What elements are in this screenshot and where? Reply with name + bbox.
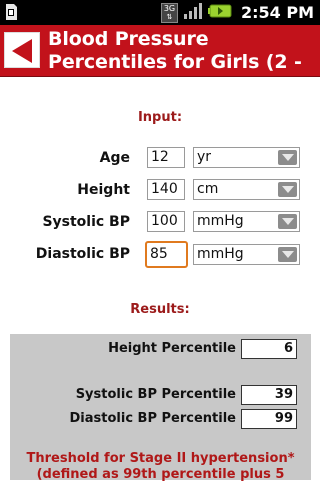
chevron-down-icon	[278, 214, 297, 229]
back-button[interactable]	[4, 32, 40, 68]
height-percentile-label: Height Percentile	[108, 341, 236, 356]
height-input[interactable]: 140	[147, 179, 185, 200]
signal-icon	[183, 2, 203, 24]
clock: 2:54 PM	[240, 3, 314, 22]
age-unit-value: yr	[197, 149, 212, 165]
diastolic-unit-value: mmHg	[197, 246, 244, 262]
diastolic-percentile-value: 99	[241, 409, 297, 429]
age-unit-select[interactable]: yr	[193, 147, 300, 168]
network-3g-icon: 3G ⇅	[160, 2, 178, 23]
page-title: Blood Pressure Percentiles for Girls (2 …	[48, 28, 302, 96]
results-heading: Results:	[130, 302, 190, 317]
systolic-unit-value: mmHg	[197, 213, 244, 229]
chevron-down-icon	[278, 247, 297, 262]
age-label: Age	[99, 150, 130, 166]
height-unit-select[interactable]: cm	[193, 179, 300, 200]
diastolic-unit-select[interactable]: mmHg	[193, 244, 300, 265]
systolic-unit-select[interactable]: mmHg	[193, 211, 300, 232]
back-arrow-icon	[12, 39, 32, 63]
systolic-percentile-value: 39	[241, 385, 297, 405]
network-label: 3G	[163, 3, 176, 13]
chevron-down-icon	[278, 182, 297, 197]
height-label: Height	[77, 182, 130, 198]
systolic-input[interactable]: 100	[147, 211, 185, 232]
battery-icon	[207, 3, 232, 22]
threshold-note-line2: (defined as 99th percentile plus 5	[36, 467, 285, 482]
input-heading: Input:	[137, 110, 183, 125]
status-bar: 3G ⇅ 2:54 PM	[0, 0, 320, 25]
title-bar: Blood Pressure Percentiles for Girls (2 …	[0, 25, 320, 96]
systolic-label: Systolic BP	[42, 214, 130, 230]
height-percentile-value: 6	[241, 339, 297, 359]
chevron-down-icon	[278, 150, 297, 165]
diastolic-percentile-label: Diastolic BP Percentile	[69, 411, 237, 426]
height-unit-value: cm	[197, 181, 219, 197]
threshold-note-line1: Threshold for Stage II hypertension*	[26, 451, 295, 466]
diastolic-input[interactable]: 85	[145, 241, 188, 268]
age-input[interactable]: 12	[147, 147, 185, 168]
sd-card-icon	[4, 3, 18, 25]
systolic-percentile-label: Systolic BP Percentile	[75, 387, 236, 402]
